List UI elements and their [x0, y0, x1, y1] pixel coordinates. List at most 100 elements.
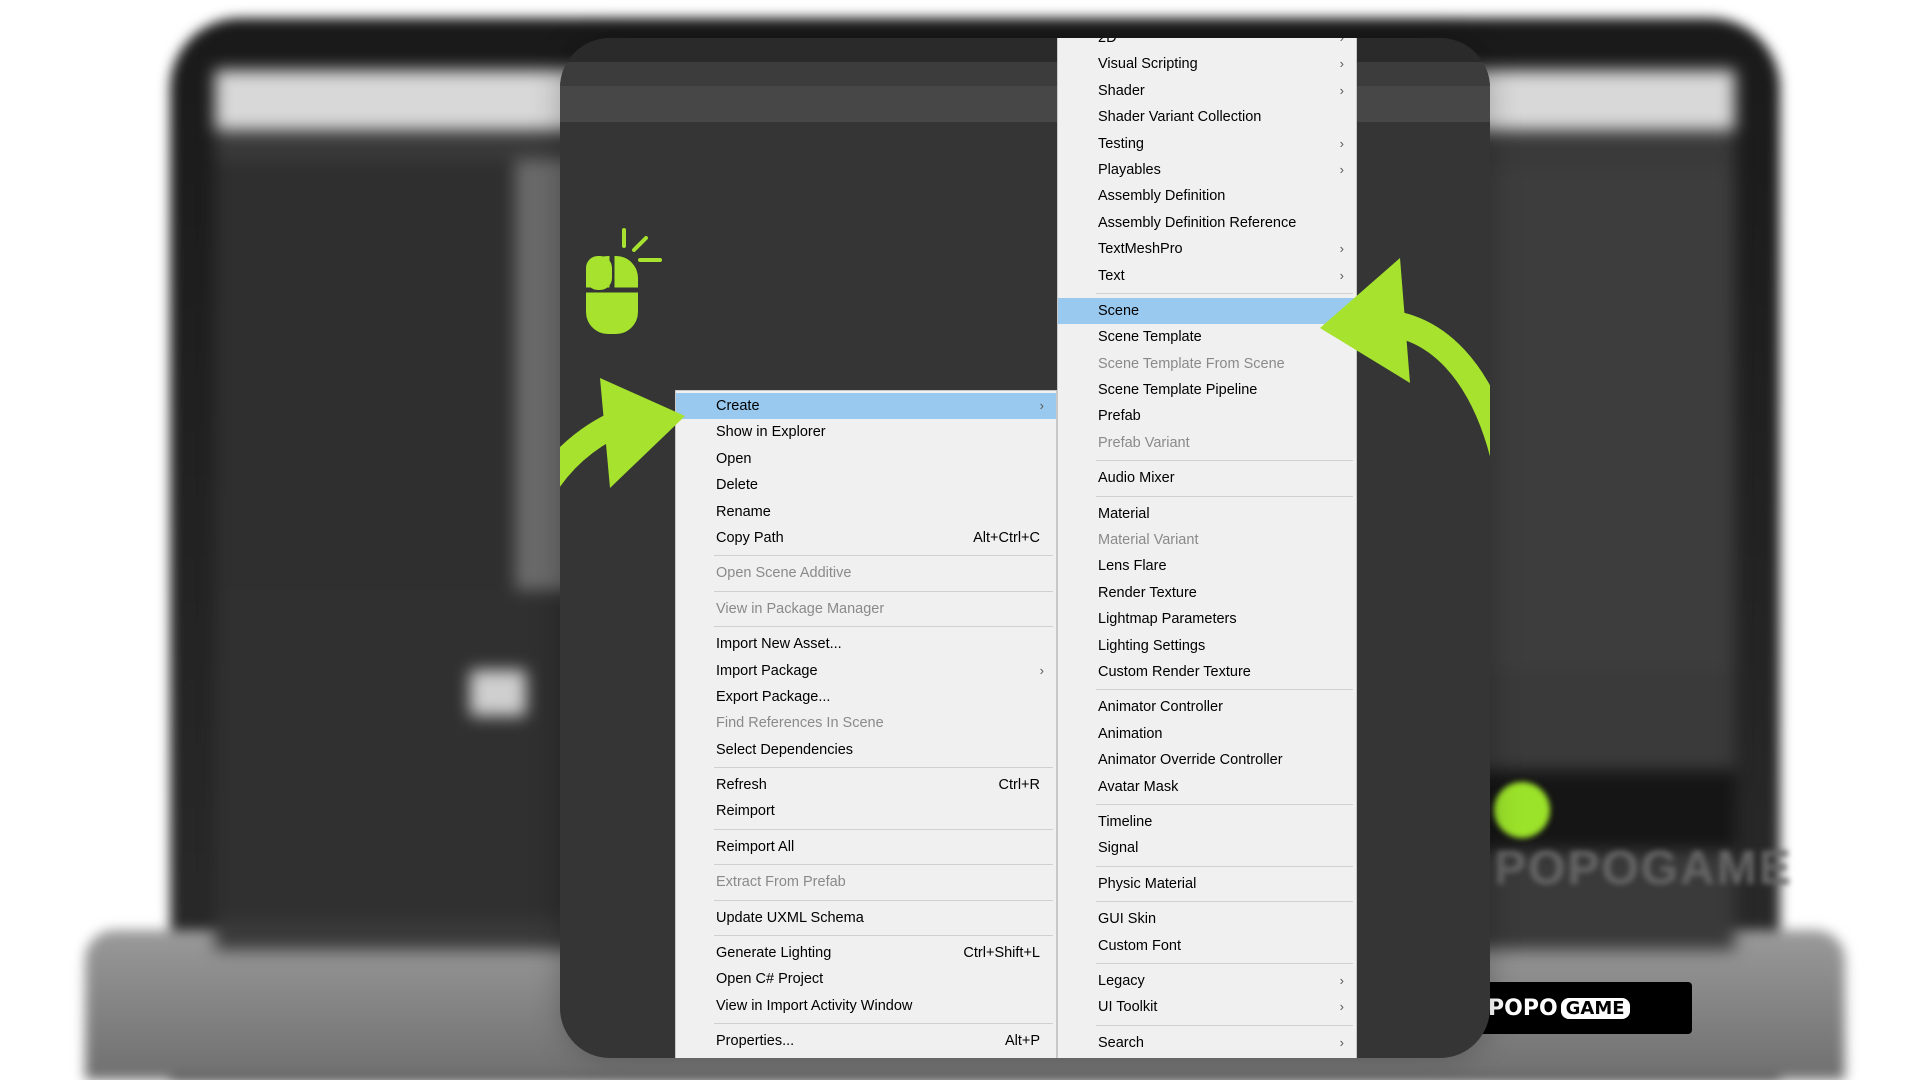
- create-submenu-item-custom-font[interactable]: Custom Font: [1058, 933, 1356, 959]
- create-submenu-item-scene-template[interactable]: Scene Template: [1058, 324, 1356, 350]
- create-submenu-item-assembly-definition[interactable]: Assembly Definition: [1058, 183, 1356, 209]
- create-submenu-item-testing[interactable]: Testing ›: [1058, 131, 1356, 157]
- create-submenu-item-legacy[interactable]: Legacy ›: [1058, 968, 1356, 994]
- menu-item-label: Animator Controller: [1098, 699, 1223, 716]
- create-submenu-item-prefab-variant: Prefab Variant: [1058, 430, 1356, 456]
- create-submenu-item-scene-template-from-scene: Scene Template From Scene: [1058, 351, 1356, 377]
- menu-item-label: Visual Scripting: [1098, 56, 1198, 73]
- context-menu-item-open[interactable]: Open: [676, 446, 1056, 472]
- menu-item-label: GUI Skin: [1098, 911, 1157, 928]
- menu-item-label: Shader: [1098, 82, 1145, 99]
- create-submenu-item-physic-material[interactable]: Physic Material: [1058, 871, 1356, 897]
- menu-item-label: Delete: [716, 477, 758, 494]
- chevron-right-icon: ›: [1339, 999, 1344, 1015]
- create-submenu-item-render-texture[interactable]: Render Texture: [1058, 580, 1356, 606]
- create-submenu-item-timeline[interactable]: Timeline: [1058, 809, 1356, 835]
- menu-item-label: 2D: [1098, 38, 1117, 46]
- chevron-right-icon: ›: [1339, 972, 1344, 988]
- background-brand-logo: POPOGAME: [1494, 780, 1791, 895]
- menu-separator: [714, 935, 1053, 937]
- chevron-right-icon: ›: [1039, 398, 1044, 413]
- chevron-right-icon: ›: [1339, 267, 1344, 283]
- context-menu-item-export-package[interactable]: Export Package...: [676, 684, 1056, 710]
- menu-item-label: Select Dependencies: [716, 741, 854, 758]
- create-submenu-item-custom-render-texture[interactable]: Custom Render Texture: [1058, 659, 1356, 685]
- menu-item-label: Assembly Definition: [1098, 188, 1226, 205]
- context-menu-item-select-dependencies[interactable]: Select Dependencies: [676, 737, 1056, 763]
- create-submenu-item-textmeshpro[interactable]: TextMeshPro ›: [1058, 236, 1356, 262]
- context-menu-item-refresh[interactable]: Refresh Ctrl+R: [676, 772, 1056, 798]
- mouse-click-icon: [586, 228, 662, 334]
- create-submenu-item-brush[interactable]: Brush: [1058, 1056, 1356, 1058]
- create-submenu-item-animation[interactable]: Animation: [1058, 721, 1356, 747]
- create-submenu-item-2d[interactable]: 2D ›: [1058, 38, 1356, 51]
- menu-item-label: Extract From Prefab: [716, 874, 846, 891]
- menu-item-label: Material: [1098, 505, 1150, 522]
- create-submenu-item-search[interactable]: Search ›: [1058, 1030, 1356, 1056]
- create-submenu-item-text[interactable]: Text ›: [1058, 263, 1356, 289]
- create-submenu-item-prefab[interactable]: Prefab: [1058, 403, 1356, 429]
- menu-item-label: Search: [1098, 1034, 1144, 1051]
- create-submenu-item-animator-controller[interactable]: Animator Controller: [1058, 694, 1356, 720]
- menu-item-label: Refresh: [716, 777, 767, 794]
- context-menu-item-update-uxml-schema[interactable]: Update UXML Schema: [676, 905, 1056, 931]
- context-menu-item-reimport-all[interactable]: Reimport All: [676, 834, 1056, 860]
- menu-item-label: Properties...: [716, 1033, 795, 1050]
- context-menu-item-rename[interactable]: Rename: [676, 499, 1056, 525]
- context-menu-item-generate-lighting[interactable]: Generate Lighting Ctrl+Shift+L: [676, 940, 1056, 966]
- menu-separator: [1096, 901, 1353, 903]
- context-menu-item-import-new-asset[interactable]: Import New Asset...: [676, 631, 1056, 657]
- menu-item-shortcut: Ctrl+Shift+L: [963, 945, 1040, 962]
- chevron-right-icon: ›: [1339, 241, 1344, 257]
- menu-item-label: Assembly Definition Reference: [1098, 214, 1297, 231]
- context-menu-item-create[interactable]: Create ›: [676, 393, 1056, 420]
- chevron-right-icon: ›: [1340, 38, 1344, 51]
- create-submenu-item-animator-override-controller[interactable]: Animator Override Controller: [1058, 747, 1356, 773]
- context-menu-item-import-package[interactable]: Import Package ›: [676, 658, 1056, 684]
- menu-item-label: Scene Template From Scene: [1098, 355, 1285, 372]
- blurred-hierarchy-panel: [215, 160, 515, 640]
- context-menu-item-show-in-explorer[interactable]: Show in Explorer: [676, 419, 1056, 445]
- create-submenu-item-scene[interactable]: Scene: [1058, 297, 1356, 325]
- menu-item-shortcut: Alt+P: [1004, 1033, 1040, 1050]
- create-submenu-item-shader[interactable]: Shader ›: [1058, 78, 1356, 104]
- create-submenu-item-avatar-mask[interactable]: Avatar Mask: [1058, 774, 1356, 800]
- menu-item-label: Timeline: [1098, 813, 1153, 830]
- menu-item-label: Reimport All: [716, 838, 795, 855]
- create-submenu-item-playables[interactable]: Playables ›: [1058, 157, 1356, 183]
- create-submenu-item-lightmap-parameters[interactable]: Lightmap Parameters: [1058, 606, 1356, 632]
- create-submenu-item-lens-flare[interactable]: Lens Flare: [1058, 553, 1356, 579]
- create-submenu-item-visual-scripting[interactable]: Visual Scripting ›: [1058, 51, 1356, 77]
- context-menu-item-delete[interactable]: Delete: [676, 472, 1056, 498]
- context-menu-item-properties[interactable]: Properties... Alt+P: [676, 1028, 1056, 1054]
- menu-item-label: Lens Flare: [1098, 558, 1167, 575]
- context-menu-item-view-in-import-activity-window[interactable]: View in Import Activity Window: [676, 993, 1056, 1019]
- chevron-right-icon: ›: [1039, 662, 1044, 678]
- create-submenu-item-scene-template-pipeline[interactable]: Scene Template Pipeline: [1058, 377, 1356, 403]
- menu-item-label: Text: [1098, 267, 1125, 284]
- menu-item-label: Material Variant: [1098, 532, 1199, 549]
- menu-separator: [714, 626, 1053, 628]
- menu-item-label: Legacy: [1098, 972, 1145, 989]
- menu-item-label: Custom Render Texture: [1098, 663, 1251, 680]
- menu-item-label: Prefab Variant: [1098, 434, 1190, 451]
- menu-separator: [714, 590, 1053, 592]
- menu-item-label: Render Texture: [1098, 584, 1197, 601]
- brand-logo-icon: [1494, 782, 1550, 839]
- menu-item-label: Generate Lighting: [716, 945, 832, 962]
- menu-item-label: View in Import Activity Window: [716, 997, 913, 1014]
- create-submenu-item-audio-mixer[interactable]: Audio Mixer: [1058, 465, 1356, 491]
- context-menu-item-reimport[interactable]: Reimport: [676, 798, 1056, 824]
- create-submenu-item-lighting-settings[interactable]: Lighting Settings: [1058, 633, 1356, 659]
- create-submenu-item-material[interactable]: Material: [1058, 501, 1356, 527]
- context-menu-item-copy-path[interactable]: Copy Path Alt+Ctrl+C: [676, 525, 1056, 551]
- context-menu-item-open-c-project[interactable]: Open C# Project: [676, 966, 1056, 992]
- menu-item-label: Lighting Settings: [1098, 637, 1206, 654]
- create-submenu-item-ui-toolkit[interactable]: UI Toolkit ›: [1058, 994, 1356, 1020]
- create-submenu-item-assembly-definition-reference[interactable]: Assembly Definition Reference: [1058, 210, 1356, 236]
- menu-item-shortcut: Alt+Ctrl+C: [973, 529, 1040, 546]
- context-menu-item-extract-from-prefab: Extract From Prefab: [676, 869, 1056, 895]
- create-submenu-item-shader-variant-collection[interactable]: Shader Variant Collection: [1058, 104, 1356, 130]
- create-submenu-item-signal[interactable]: Signal: [1058, 835, 1356, 861]
- create-submenu-item-gui-skin[interactable]: GUI Skin: [1058, 906, 1356, 932]
